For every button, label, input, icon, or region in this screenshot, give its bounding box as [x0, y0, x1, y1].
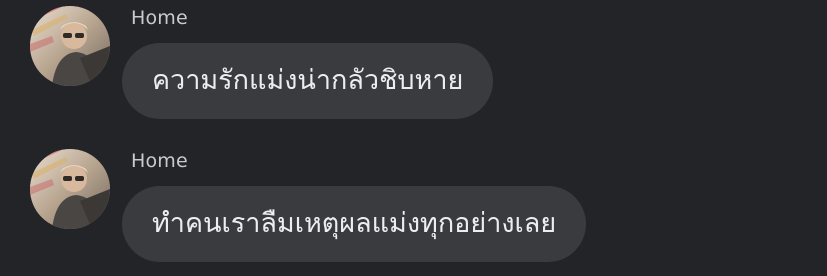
message-bubble[interactable]: ทำคนเราลืมเหตุผลแม่งทุกอย่างเลย	[122, 186, 587, 262]
user-avatar[interactable]	[30, 149, 110, 229]
sender-name: Home	[131, 150, 188, 172]
sender-name: Home	[131, 7, 188, 29]
user-avatar[interactable]	[30, 6, 110, 86]
avatar-photo-icon	[30, 149, 110, 229]
chat-message: Home ความรักแม่งน่ากลัวชิบหาย	[0, 0, 827, 130]
avatar-photo-icon	[30, 6, 110, 86]
message-bubble[interactable]: ความรักแม่งน่ากลัวชิบหาย	[122, 43, 494, 119]
chat-message: Home ทำคนเราลืมเหตุผลแม่งทุกอย่างเลย	[0, 143, 827, 273]
